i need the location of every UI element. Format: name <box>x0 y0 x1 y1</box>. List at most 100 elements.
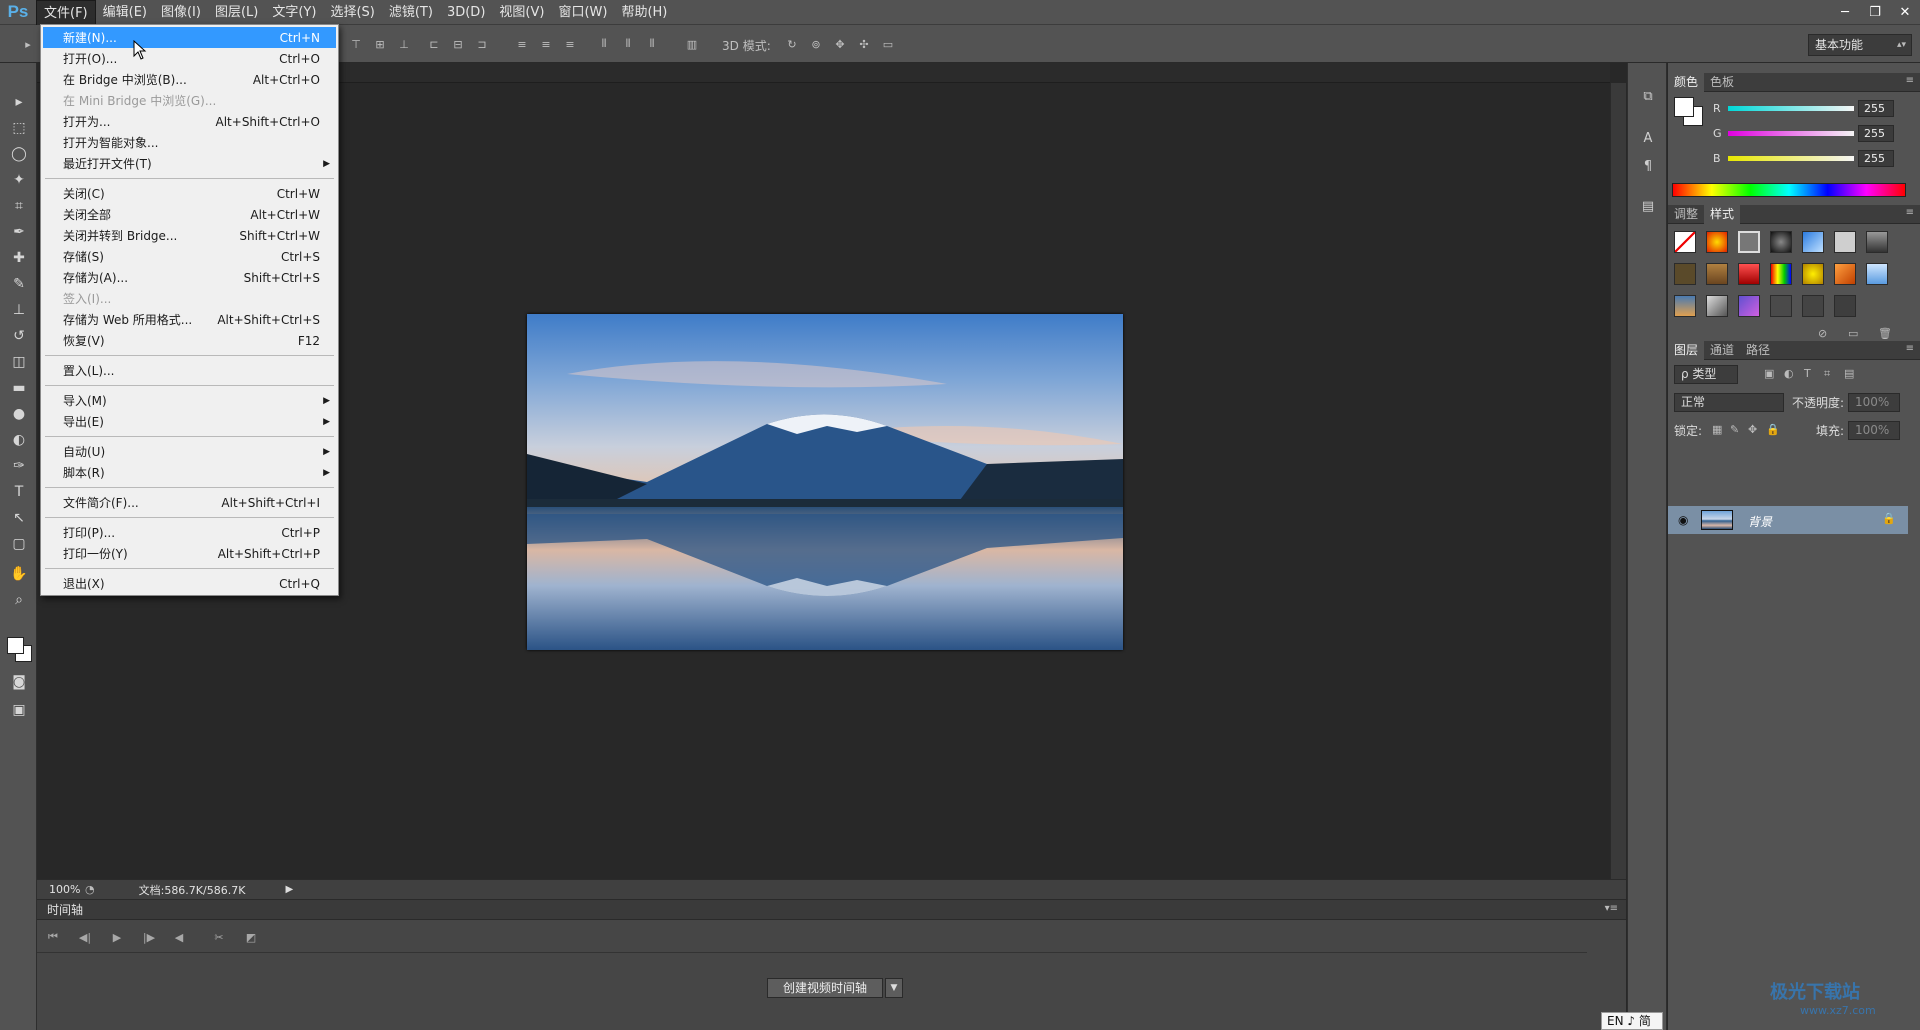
menu-file[interactable]: 文件(F) <box>36 0 96 25</box>
lock-pixels-icon[interactable]: ✎ <box>1730 423 1739 436</box>
menu-edit[interactable]: 编辑(E) <box>96 0 154 25</box>
layer-filter-select[interactable]: ρ 类型 <box>1674 365 1738 384</box>
first-frame-icon[interactable]: ⏮ <box>45 929 61 945</box>
magic-wand-tool-icon[interactable]: ✦ <box>8 169 30 191</box>
crop-tool-icon[interactable]: ⌗ <box>8 195 30 217</box>
minimize-button[interactable]: ─ <box>1830 0 1860 25</box>
tab-color[interactable]: 颜色 <box>1668 73 1705 92</box>
gradient-tool-icon[interactable]: ▬ <box>8 377 30 399</box>
menu-type[interactable]: 文字(Y) <box>265 0 323 25</box>
next-frame-icon[interactable]: |▶ <box>141 929 157 945</box>
move-tool-preset-icon[interactable]: ▸ <box>20 36 36 52</box>
menu-filter[interactable]: 滤镜(T) <box>382 0 440 25</box>
3d-roll-icon[interactable]: ⊚ <box>808 36 824 52</box>
red-slider[interactable] <box>1728 106 1854 111</box>
audio-icon[interactable]: ◀ <box>171 929 187 945</box>
align-left-icon[interactable]: ⊏ <box>426 36 442 52</box>
eye-icon[interactable]: ◉ <box>1678 513 1688 527</box>
blend-mode-select[interactable]: 正常 <box>1674 393 1784 412</box>
menu-item-export[interactable]: 导出(E) ▶ <box>43 411 336 432</box>
distribute-bottom-icon[interactable]: ≡ <box>562 36 578 52</box>
menu-help[interactable]: 帮助(H) <box>614 0 674 25</box>
style-swatch[interactable] <box>1706 263 1728 285</box>
color-panel-foreground-swatch[interactable] <box>1674 97 1694 117</box>
style-swatch[interactable] <box>1706 295 1728 317</box>
filter-type-icon[interactable]: T <box>1804 367 1811 380</box>
distribute-left-icon[interactable]: ⫴ <box>596 36 612 52</box>
panel-menu-icon[interactable]: ≡ <box>1906 207 1914 218</box>
clone-stamp-tool-icon[interactable]: ⊥ <box>8 299 30 321</box>
blue-value-input[interactable]: 255 <box>1858 150 1894 167</box>
align-vcenter-icon[interactable]: ⊞ <box>372 36 388 52</box>
menu-item-automate[interactable]: 自动(U) ▶ <box>43 441 336 462</box>
filter-pixel-icon[interactable]: ▣ <box>1764 367 1774 380</box>
pen-tool-icon[interactable]: ✑ <box>8 455 30 477</box>
foreground-color-swatch[interactable] <box>7 637 24 654</box>
menu-item-new[interactable]: 新建(N)... Ctrl+N <box>43 27 336 48</box>
menu-item-close[interactable]: 关闭(C) Ctrl+W <box>43 183 336 204</box>
marquee-tool-icon[interactable]: ⬚ <box>8 117 30 139</box>
red-value-input[interactable]: 255 <box>1858 100 1894 117</box>
previous-frame-icon[interactable]: ◀| <box>77 929 93 945</box>
opacity-input[interactable]: 100% <box>1848 393 1900 412</box>
tab-paths[interactable]: 路径 <box>1740 341 1776 360</box>
dodge-tool-icon[interactable]: ◐ <box>8 429 30 451</box>
filter-shape-icon[interactable]: ⌗ <box>1824 367 1830 381</box>
new-style-icon[interactable]: ▭ <box>1848 327 1858 340</box>
distribute-vcenter-icon[interactable]: ≡ <box>538 36 554 52</box>
filter-smart-object-icon[interactable]: ▤ <box>1844 367 1854 380</box>
style-swatch[interactable] <box>1802 231 1824 253</box>
style-swatch[interactable] <box>1706 231 1728 253</box>
distribute-top-icon[interactable]: ≡ <box>514 36 530 52</box>
status-menu-arrow-icon[interactable]: ▶ <box>285 884 293 895</box>
menu-item-place[interactable]: 置入(L)... <box>43 360 336 381</box>
style-swatch[interactable] <box>1738 295 1760 317</box>
ime-indicator[interactable]: EN ♪ 简 <box>1601 1012 1663 1030</box>
transition-icon[interactable]: ◩ <box>243 929 259 945</box>
3d-pan-icon[interactable]: ✥ <box>832 36 848 52</box>
panel-menu-icon[interactable]: ≡ <box>1906 343 1914 354</box>
zoom-tool-icon[interactable]: ⌕ <box>8 589 30 611</box>
menu-item-revert[interactable]: 恢复(V) F12 <box>43 330 336 351</box>
eyedropper-tool-icon[interactable]: ✒ <box>8 221 30 243</box>
menu-item-exit[interactable]: 退出(X) Ctrl+Q <box>43 573 336 594</box>
menu-layer[interactable]: 图层(L) <box>208 0 265 25</box>
style-swatch[interactable] <box>1866 231 1888 253</box>
style-swatch[interactable] <box>1802 263 1824 285</box>
lock-position-icon[interactable]: ✥ <box>1748 423 1757 436</box>
auto-align-icon[interactable]: ▥ <box>684 36 700 52</box>
split-scissors-icon[interactable]: ✂ <box>211 929 227 945</box>
menu-item-recent-files[interactable]: 最近打开文件(T) ▶ <box>43 153 336 174</box>
hand-tool-icon[interactable]: ✋ <box>8 563 30 585</box>
chevron-down-icon[interactable]: ▼ <box>885 978 903 998</box>
play-icon[interactable]: ▶ <box>109 929 125 945</box>
style-swatch[interactable] <box>1738 263 1760 285</box>
eraser-tool-icon[interactable]: ◫ <box>8 351 30 373</box>
align-right-icon[interactable]: ⊐ <box>474 36 490 52</box>
menu-select[interactable]: 选择(S) <box>323 0 381 25</box>
move-tool-icon[interactable]: ▸ <box>8 91 30 113</box>
style-swatch[interactable] <box>1770 231 1792 253</box>
zoom-level[interactable]: 100% <box>37 883 81 896</box>
style-swatch[interactable] <box>1738 231 1760 253</box>
tab-swatches[interactable]: 色板 <box>1704 73 1740 92</box>
menu-item-save-for-web[interactable]: 存储为 Web 所用格式... Alt+Shift+Ctrl+S <box>43 309 336 330</box>
screen-mode-icon[interactable]: ▣ <box>8 699 30 721</box>
shape-tool-icon[interactable]: ▢ <box>8 533 30 555</box>
blur-tool-icon[interactable]: ● <box>8 403 30 425</box>
character-panel-icon[interactable]: A <box>1639 129 1657 147</box>
menu-item-scripts[interactable]: 脚本(R) ▶ <box>43 462 336 483</box>
vertical-scrollbar[interactable] <box>1610 83 1626 879</box>
menu-item-save[interactable]: 存储(S) Ctrl+S <box>43 246 336 267</box>
align-bottom-icon[interactable]: ⊥ <box>396 36 412 52</box>
menu-item-import[interactable]: 导入(M) ▶ <box>43 390 336 411</box>
style-swatch[interactable] <box>1674 295 1696 317</box>
layer-row-background[interactable]: ◉ 背景 🔒 <box>1668 506 1908 534</box>
menu-view[interactable]: 视图(V) <box>492 0 551 25</box>
align-top-icon[interactable]: ⊤ <box>348 36 364 52</box>
panel-menu-icon[interactable]: ▾≡ <box>1605 903 1618 914</box>
tab-layers[interactable]: 图层 <box>1668 341 1705 360</box>
history-brush-tool-icon[interactable]: ↺ <box>8 325 30 347</box>
properties-panel-icon[interactable]: ▤ <box>1639 197 1657 215</box>
paragraph-panel-icon[interactable]: ¶ <box>1639 157 1657 175</box>
